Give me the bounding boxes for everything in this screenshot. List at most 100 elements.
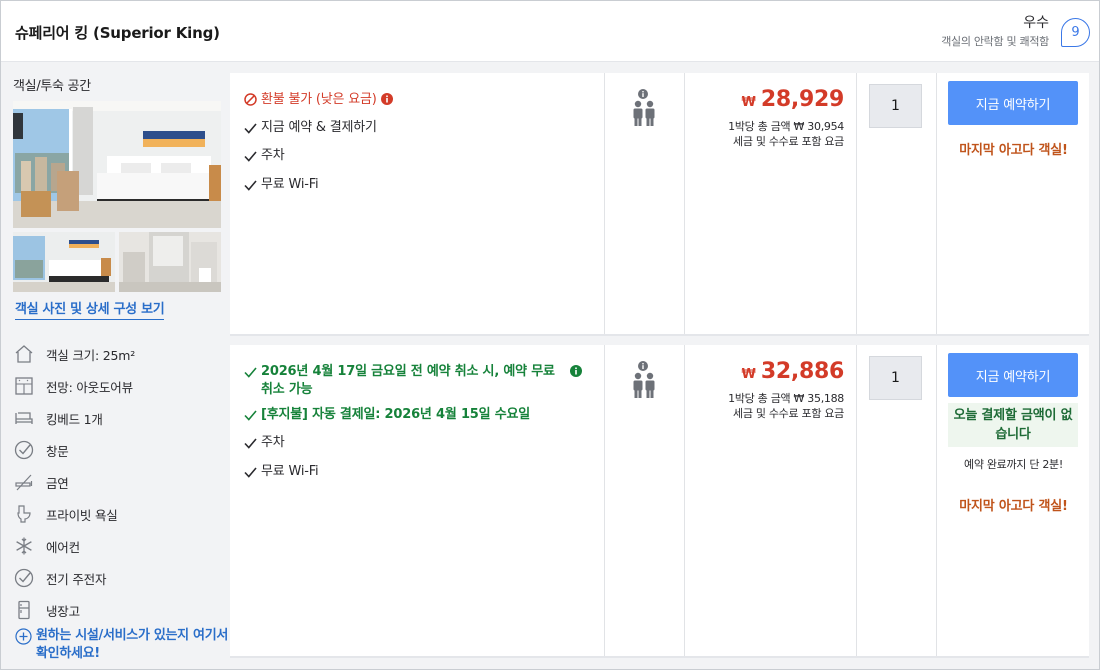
price-tax-line: 세금 및 수수료 포함 요금 [733,406,844,420]
snowflake-icon [13,535,35,557]
room-header: 슈페리어 킹 (Superior King) 우수 객실의 안락함 및 쾌적함 … [1,1,1099,62]
quantity-cell: 1 [856,345,936,656]
facility-search-link[interactable]: 원하는 시설/서비스가 있는지 여기서 확인하세요! [15,627,230,663]
price-cell: ₩ 28,929 1박당 총 금액 ₩ 30,954 세금 및 수수료 포함 요… [684,73,856,334]
two-adults-icon [632,100,656,132]
toilet-icon [13,503,35,525]
amenity-label: 전기 주전자 [46,571,107,587]
room-photo-thumb-2[interactable] [119,232,221,292]
feature-text: 주차 [261,148,285,163]
amenity-item: 금연 [13,466,228,498]
space-label: 객실/투숙 공간 [13,79,91,94]
amenity-item: 냉장고 [13,594,228,626]
feature-text: 무료 Wi-Fi [261,463,319,479]
bed-icon [13,407,35,429]
amenity-list: 객실 크기: 25m² 전망: 아웃도어뷰 킹베드 1개 창문 금연 프라이빗 … [13,338,228,626]
feature-item: 무료 Wi-Fi [244,176,594,198]
booking-countdown: 예약 완료까지 단 2분! [964,458,1063,471]
feature-text: 무료 Wi-Fi [261,176,319,192]
amenity-label: 창문 [46,443,69,459]
bathroom-photo-image [119,232,221,292]
amenity-label: 프라이빗 욕실 [46,507,118,523]
feature-item: 2026년 4월 17일 금요일 전 예약 취소 시, 예약 무료 취소 가능 [244,363,594,399]
check-icon [244,406,261,428]
amenity-item: 창문 [13,434,228,466]
room-photo-thumb-1[interactable] [13,232,115,292]
check-icon [244,119,261,141]
rating-caption: 객실의 안락함 및 쾌적함 [941,35,1049,48]
room-title: 슈페리어 킹 (Superior King) [15,24,220,42]
amenity-item: 전기 주전자 [13,562,228,594]
room-quantity-select[interactable]: 1 [869,356,922,400]
no-smoking-icon [13,471,35,493]
feature-item: [후지불] 자동 결제일: 2026년 4월 15일 수요일 [244,406,594,428]
room-photos-link[interactable]: 객실 사진 및 상세 구성 보기 [15,298,165,320]
no-refund-icon [244,91,261,112]
amenity-item: 킹베드 1개 [13,402,228,434]
book-now-button[interactable]: 지금 예약하기 [948,353,1078,397]
rating-score-badge: 9 [1061,18,1090,47]
check-icon [244,463,261,485]
check-circle-icon [13,439,35,461]
price-tax-line: 세금 및 수수료 포함 요금 [733,134,844,148]
facility-search-link-text: 원하는 시설/서비스가 있는지 여기서 확인하세요! [36,628,229,661]
amenity-label: 객실 크기: 25m² [46,347,136,363]
room-photo-image [13,101,221,228]
pay-later-notice: 오늘 결제할 금액이 없습니다 [948,403,1078,447]
info-icon[interactable] [570,365,582,383]
price-value: 32,886 [760,359,844,384]
amenity-item: 전망: 아웃도어뷰 [13,370,228,402]
price-value: 28,929 [760,87,844,112]
room-quantity-select[interactable]: 1 [869,84,922,128]
price-note: 1박당 총 금액 ₩ 30,954 세금 및 수수료 포함 요금 [728,120,844,149]
offer-features: 환불 불가 (낮은 요금) 지금 예약 & 결제하기 주차 무료 Wi-Fi [230,73,604,334]
quantity-cell: 1 [856,73,936,334]
room-photo-main[interactable] [13,101,221,228]
fridge-icon [13,599,35,621]
room-info-panel: 객실/투숙 공간 객실 사진 및 상세 구성 보기 객실 크기: 25m² 전망… [1,62,230,669]
occupancy-cell [604,73,684,334]
amenity-label: 에어컨 [46,539,80,555]
feature-text: 주차 [261,435,285,450]
feature-item: 환불 불가 (낮은 요금) [244,91,594,112]
check-icon [244,434,261,456]
amenity-item: 에어컨 [13,530,228,562]
room-size-icon [13,343,35,365]
feature-text: [후지불] 자동 결제일: 2026년 4월 15일 수요일 [261,406,530,422]
last-room-notice: 마지막 아고다 객실! [959,499,1068,514]
last-room-notice: 마지막 아고다 객실! [959,143,1068,158]
feature-text: 환불 불가 (낮은 요금) [261,92,377,107]
feature-item: 주차 [244,147,594,169]
plus-circle-icon [15,628,32,645]
check-icon [244,176,261,198]
booking-cell: 지금 예약하기 마지막 아고다 객실! [936,73,1089,334]
price-note: 1박당 총 금액 ₩ 35,188 세금 및 수수료 포함 요금 [728,392,844,421]
amenity-label: 킹베드 1개 [46,411,103,427]
window-view-icon [13,375,35,397]
price-total-line: 1박당 총 금액 ₩ 30,954 [728,120,844,133]
check-circle-icon [13,567,35,589]
feature-item: 무료 Wi-Fi [244,463,594,485]
price-currency: ₩ [741,95,756,110]
info-icon[interactable] [380,93,393,111]
amenity-label: 금연 [46,475,69,491]
amenity-label: 전망: 아웃도어뷰 [46,379,133,395]
two-adults-icon [632,372,656,404]
price-currency: ₩ [741,367,756,382]
feature-text: 지금 예약 & 결제하기 [261,119,377,135]
offer-features: 2026년 4월 17일 금요일 전 예약 취소 시, 예약 무료 취소 가능 … [230,345,604,656]
room-offer-row: 2026년 4월 17일 금요일 전 예약 취소 시, 예약 무료 취소 가능 … [230,345,1089,658]
book-now-button[interactable]: 지금 예약하기 [948,81,1078,125]
occupancy-cell [604,345,684,656]
feature-item: 지금 예약 & 결제하기 [244,119,594,141]
amenity-item: 객실 크기: 25m² [13,338,228,370]
room-photo-thumb-image [13,232,115,292]
room-offer-row: 환불 불가 (낮은 요금) 지금 예약 & 결제하기 주차 무료 Wi-Fi ₩… [230,73,1089,336]
booking-cell: 지금 예약하기 오늘 결제할 금액이 없습니다 예약 완료까지 단 2분! 마지… [936,345,1089,656]
check-icon [244,363,261,385]
price-cell: ₩ 32,886 1박당 총 금액 ₩ 35,188 세금 및 수수료 포함 요… [684,345,856,656]
amenity-item: 프라이빗 욕실 [13,498,228,530]
amenity-label: 냉장고 [46,603,80,619]
price-total-line: 1박당 총 금액 ₩ 35,188 [728,392,844,405]
rating-word: 우수 [1023,15,1049,31]
